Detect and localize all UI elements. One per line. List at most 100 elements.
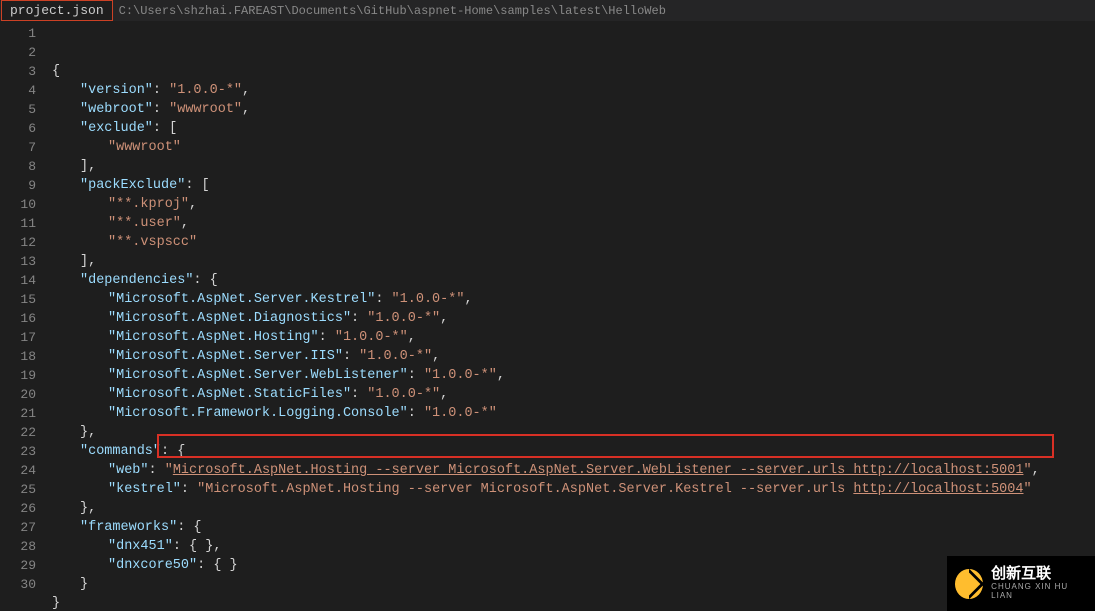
token-colon: : [161, 444, 177, 459]
token-brace: } [52, 596, 60, 611]
token-colon: : [181, 482, 197, 497]
line-number: 6 [0, 119, 36, 138]
code-line[interactable]: "commands": { [52, 442, 1095, 461]
token-key: "dnxcore50" [108, 558, 197, 573]
line-number: 27 [0, 518, 36, 537]
code-line[interactable]: "Microsoft.AspNet.Server.Kestrel": "1.0.… [52, 290, 1095, 309]
line-number: 4 [0, 81, 36, 100]
code-line[interactable]: "exclude": [ [52, 119, 1095, 138]
logo-main-text: 创新互联 [991, 566, 1087, 583]
token-punct: , [464, 292, 472, 307]
code-line[interactable]: "web": "Microsoft.AspNet.Hosting --serve… [52, 461, 1095, 480]
code-line[interactable]: "Microsoft.AspNet.Server.IIS": "1.0.0-*"… [52, 347, 1095, 366]
token-string: "1.0.0-*" [335, 330, 408, 345]
token-string: " [165, 463, 173, 478]
code-line[interactable]: "webroot": "wwwroot", [52, 100, 1095, 119]
code-line[interactable]: "version": "1.0.0-*", [52, 81, 1095, 100]
code-line[interactable]: "**.kproj", [52, 195, 1095, 214]
token-punct: , [440, 311, 448, 326]
token-colon: : [375, 292, 391, 307]
token-string: "1.0.0-*" [367, 387, 440, 402]
line-number: 3 [0, 62, 36, 81]
token-key: "web" [108, 463, 149, 478]
logo-icon [955, 569, 983, 599]
token-punct: { [177, 444, 185, 459]
line-number: 11 [0, 214, 36, 233]
token-punct: }, [80, 425, 96, 440]
token-string: "wwwroot" [169, 102, 242, 117]
code-line[interactable]: "Microsoft.AspNet.Diagnostics": "1.0.0-*… [52, 309, 1095, 328]
line-number: 22 [0, 423, 36, 442]
token-string: "1.0.0-*" [367, 311, 440, 326]
line-number: 28 [0, 537, 36, 556]
token-key: "frameworks" [80, 520, 177, 535]
code-line[interactable]: { [52, 62, 1095, 81]
line-number: 29 [0, 556, 36, 575]
token-colon: : [185, 178, 201, 193]
token-colon: : [173, 539, 189, 554]
code-line[interactable]: "frameworks": { [52, 518, 1095, 537]
token-key: "Microsoft.AspNet.StaticFiles" [108, 387, 351, 402]
code-line[interactable]: "Microsoft.AspNet.Server.WebListener": "… [52, 366, 1095, 385]
code-line[interactable]: "**.user", [52, 214, 1095, 233]
token-key: "webroot" [80, 102, 153, 117]
code-line[interactable]: "Microsoft.Framework.Logging.Console": "… [52, 404, 1095, 423]
line-number: 12 [0, 233, 36, 252]
token-punct: , [242, 102, 250, 117]
code-line[interactable]: ], [52, 157, 1095, 176]
token-punct: , [497, 368, 505, 383]
token-string: "1.0.0-*" [424, 406, 497, 421]
token-key: "dnx451" [108, 539, 173, 554]
token-punct: { }, [189, 539, 221, 554]
token-punct: , [181, 216, 189, 231]
token-punct: , [242, 83, 250, 98]
code-line[interactable]: "kestrel": "Microsoft.AspNet.Hosting --s… [52, 480, 1095, 499]
token-key: "exclude" [80, 121, 153, 136]
token-colon: : [193, 273, 209, 288]
token-string: "1.0.0-*" [392, 292, 465, 307]
tab-bar: project.json C:\Users\shzhai.FAREAST\Doc… [0, 0, 1095, 22]
token-key: "dependencies" [80, 273, 193, 288]
token-string: "1.0.0-*" [424, 368, 497, 383]
watermark-logo: 创新互联 CHUANG XIN HU LIAN [947, 556, 1095, 611]
tab-project-json[interactable]: project.json [1, 0, 113, 21]
code-line[interactable]: } [52, 594, 1095, 611]
token-punct: { [193, 520, 201, 535]
line-number: 1 [0, 24, 36, 43]
line-number: 15 [0, 290, 36, 309]
code-editor[interactable]: 1234567891011121314151617181920212223242… [0, 22, 1095, 611]
code-line[interactable]: "**.vspscc" [52, 233, 1095, 252]
token-punct: { [210, 273, 218, 288]
line-number: 7 [0, 138, 36, 157]
token-key: "Microsoft.AspNet.Server.WebListener" [108, 368, 408, 383]
token-punct: , [1032, 463, 1040, 478]
line-number: 21 [0, 404, 36, 423]
line-number: 5 [0, 100, 36, 119]
token-string: "1.0.0-*" [359, 349, 432, 364]
code-line[interactable]: }, [52, 423, 1095, 442]
code-line[interactable]: "wwwroot" [52, 138, 1095, 157]
token-punct: } [80, 577, 88, 592]
token-colon: : [351, 387, 367, 402]
token-colon: : [153, 121, 169, 136]
token-colon: : [351, 311, 367, 326]
code-line[interactable]: "dependencies": { [52, 271, 1095, 290]
token-string: "**.user" [108, 216, 181, 231]
code-line[interactable]: }, [52, 499, 1095, 518]
line-number: 14 [0, 271, 36, 290]
token-punct: , [440, 387, 448, 402]
code-line[interactable]: "Microsoft.AspNet.Hosting": "1.0.0-*", [52, 328, 1095, 347]
token-string: "**.vspscc" [108, 235, 197, 250]
code-line[interactable]: "dnxcore50": { } [52, 556, 1095, 575]
line-number: 25 [0, 480, 36, 499]
code-line[interactable]: "Microsoft.AspNet.StaticFiles": "1.0.0-*… [52, 385, 1095, 404]
code-content[interactable]: {"version": "1.0.0-*","webroot": "wwwroo… [46, 22, 1095, 611]
code-line[interactable]: } [52, 575, 1095, 594]
code-line[interactable]: ], [52, 252, 1095, 271]
code-line[interactable]: "packExclude": [ [52, 176, 1095, 195]
token-punct: { } [213, 558, 237, 573]
token-colon: : [153, 102, 169, 117]
token-key: "commands" [80, 444, 161, 459]
token-punct: ], [80, 159, 96, 174]
code-line[interactable]: "dnx451": { }, [52, 537, 1095, 556]
